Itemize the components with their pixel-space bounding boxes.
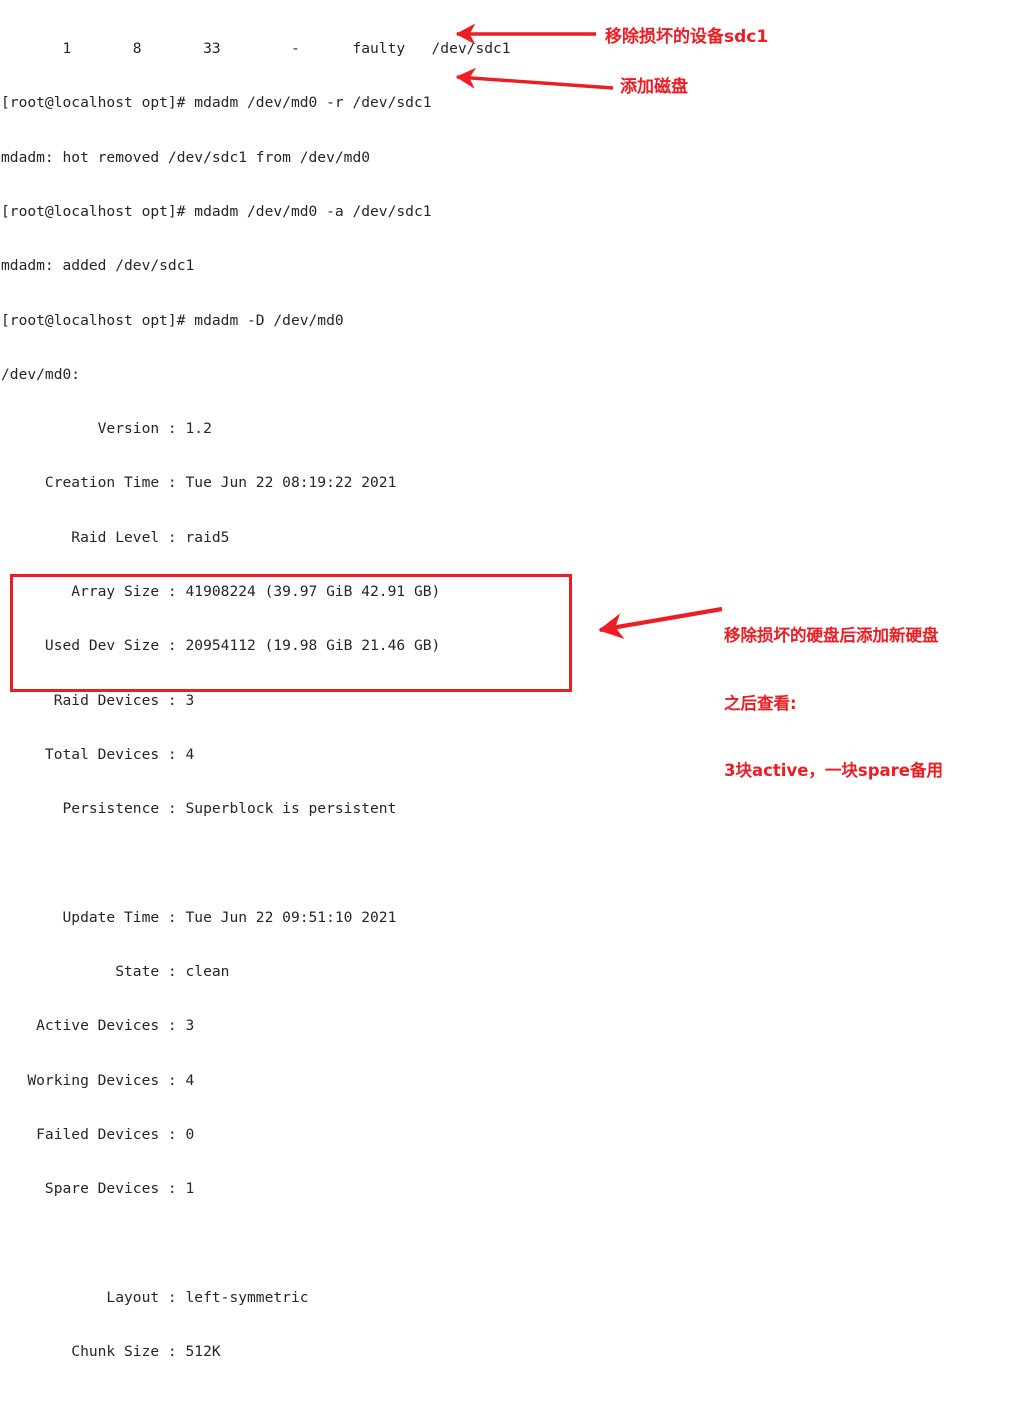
terminal-line-command-detail: [root@localhost opt]# mdadm -D /dev/md0 [1, 311, 344, 329]
terminal-line-raid-level: Raid Level : raid5 [1, 528, 230, 546]
terminal-line-output-removed: mdadm: hot removed /dev/sdc1 from /dev/m… [1, 148, 371, 166]
terminal-line-layout: Layout : left-symmetric [1, 1288, 309, 1306]
annotation-summary-line-2: 之后查看: [724, 693, 797, 713]
annotation-add-disk: 添加磁盘 [620, 77, 688, 97]
terminal-line: 1 8 33 - faulty /dev/sdc1 [1, 40, 511, 58]
terminal-line-output-added: mdadm: added /dev/sdc1 [1, 257, 195, 275]
terminal-line-state: State : clean [1, 962, 230, 980]
annotation-summary-line-3: 3块active，一块spare备用 [724, 761, 943, 780]
terminal-line-command-remove: [root@localhost opt]# mdadm /dev/md0 -r … [1, 94, 432, 112]
annotation-remove-device: 移除损坏的设备sdc1 [605, 27, 769, 47]
terminal-line-chunk-size: Chunk Size : 512K [1, 1342, 221, 1360]
terminal-line-command-add: [root@localhost opt]# mdadm /dev/md0 -a … [1, 203, 432, 221]
annotation-summary: 移除损坏的硬盘后添加新硬盘 之后查看: 3块active，一块spare备用 [724, 580, 943, 805]
terminal-line-update-time: Update Time : Tue Jun 22 09:51:10 2021 [1, 908, 397, 926]
annotation-summary-line-1: 移除损坏的硬盘后添加新硬盘 [724, 626, 939, 645]
terminal-line-active-devices: Active Devices : 3 [1, 1017, 195, 1035]
terminal-line-creation-time: Creation Time : Tue Jun 22 08:19:22 2021 [1, 474, 397, 492]
terminal-line-version: Version : 1.2 [1, 420, 212, 438]
terminal-line-failed-devices: Failed Devices : 0 [1, 1125, 195, 1143]
terminal-line-working-devices: Working Devices : 4 [1, 1071, 195, 1089]
terminal-line-device-header: /dev/md0: [1, 365, 81, 383]
terminal-line-spare-devices: Spare Devices : 1 [1, 1180, 195, 1198]
